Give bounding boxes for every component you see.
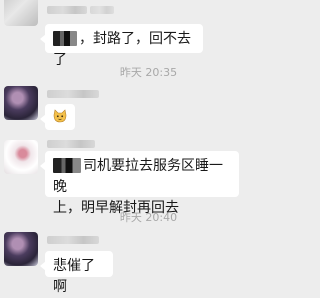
message-bubble[interactable] (40, 104, 75, 130)
message-text-line: 司机要拉去服务区睡一晚 (53, 158, 223, 195)
redacted-text (53, 158, 81, 173)
message-bubble[interactable]: 悲催了啊 (40, 251, 113, 295)
nickname-redacted (47, 236, 99, 244)
nickname-redacted (47, 6, 87, 14)
nickname-redacted (47, 90, 99, 98)
avatar[interactable] (4, 0, 38, 26)
timestamp: 昨天 20:35 (119, 66, 178, 79)
avatar[interactable] (4, 86, 38, 120)
message-bubble[interactable]: 司机要拉去服务区睡一晚 上，明早解封再回去 (40, 151, 239, 216)
redacted-text (53, 31, 77, 46)
avatar[interactable] (4, 232, 38, 266)
nickname-redacted (90, 6, 114, 14)
message-bubble[interactable]: ，封路了，回不去了 (40, 24, 203, 68)
nickname-redacted (47, 140, 95, 148)
avatar[interactable] (4, 140, 38, 174)
timestamp: 昨天 20:40 (119, 211, 178, 224)
message-text: 悲催了啊 (53, 258, 95, 295)
cat-face-emoji-icon (53, 109, 67, 123)
